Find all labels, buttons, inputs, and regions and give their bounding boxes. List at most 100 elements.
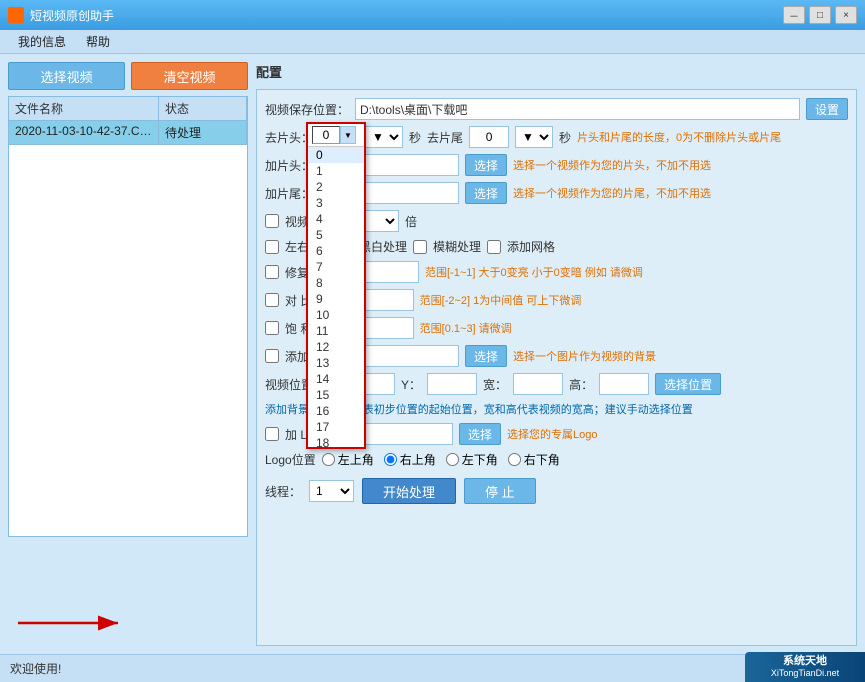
dropdown-item-12[interactable]: 12 [308,339,364,355]
logo-pos-topleft[interactable]: 左上角 [322,451,374,468]
dropdown-value-input[interactable] [312,126,340,144]
close-button[interactable]: × [835,6,857,24]
stop-btn[interactable]: 停 止 [464,478,536,504]
logo-pos-topright[interactable]: 右上角 [384,451,436,468]
saturation-hint: 范围[0.1~3] 请微调 [420,320,512,336]
width-input[interactable] [513,373,563,395]
dropdown-item-6[interactable]: 6 [308,243,364,259]
video-accel-unit: 倍 [405,213,417,230]
file-table: 文件名称 状态 2020-11-03-10-42-37.CUT.00'… 待处理 [8,96,248,537]
dropdown-item-16[interactable]: 16 [308,403,364,419]
height-input[interactable] [599,373,649,395]
dropdown-item-0[interactable]: 0 [308,147,364,163]
blackwhite-label: 黑白处理 [359,238,407,255]
dropdown-item-7[interactable]: 7 [308,259,364,275]
save-path-btn[interactable]: 设置 [806,98,848,120]
cut-head-unit: 秒 [409,129,421,146]
start-btn[interactable]: 开始处理 [362,478,456,504]
blur-checkbox[interactable] [413,240,427,254]
logo-text-2: XiTongTianDi.net [771,668,839,680]
minimize-button[interactable]: － [783,6,805,24]
add-bg-btn[interactable]: 选择 [465,345,507,367]
clear-video-button[interactable]: 清空视频 [131,62,248,90]
select-position-btn[interactable]: 选择位置 [655,373,721,395]
col-header-status: 状态 [159,97,247,120]
dropdown-item-13[interactable]: 13 [308,355,364,371]
file-name: 2020-11-03-10-42-37.CUT.00'… [9,121,159,144]
dropdown-item-5[interactable]: 5 [308,227,364,243]
right-panel: 配置 视频保存位置： 设置 去片头： ▼ 秒 去片尾 ▼ 秒 片头和片尾的长度，… [256,62,857,646]
logo-position-radios: 左上角 右上角 左下角 右下角 [322,451,560,468]
add-bg-checkbox[interactable] [265,349,279,363]
save-path-label: 视频保存位置： [265,101,349,118]
menu-myinfo[interactable]: 我的信息 [8,31,76,52]
cut-tail-unit: 秒 [559,129,571,146]
dropdown-item-17[interactable]: 17 [308,419,364,435]
logo-position-row: Logo位置 左上角 右上角 左下角 [265,451,848,468]
dropdown-item-3[interactable]: 3 [308,195,364,211]
contrast-checkbox[interactable] [265,293,279,307]
video-accel-checkbox[interactable] [265,214,279,228]
cut-tail-select[interactable]: ▼ [515,126,553,148]
logo-pos-bottomleft[interactable]: 左下角 [446,451,498,468]
cut-head-select[interactable]: ▼ [365,126,403,148]
logo-pos-topleft-radio[interactable] [322,453,335,466]
process-row: 线程： 1 开始处理 停 止 [265,478,848,504]
menu-help[interactable]: 帮助 [76,31,120,52]
addgrid-label: 添加网格 [507,238,555,255]
logo-pos-topright-radio[interactable] [384,453,397,466]
save-path-input[interactable] [355,98,800,120]
col-header-name: 文件名称 [9,97,159,120]
dropdown-item-14[interactable]: 14 [308,371,364,387]
leftright-checkbox[interactable] [265,240,279,254]
add-logo-checkbox[interactable] [265,427,279,441]
brightness-checkbox[interactable] [265,265,279,279]
select-video-button[interactable]: 选择视频 [8,62,125,90]
dropdown-item-11[interactable]: 11 [308,323,364,339]
saturation-checkbox[interactable] [265,321,279,335]
status-bar: 欢迎使用! 系统天地 XiTongTianDi.net [0,654,865,682]
logo-pos-bottomleft-radio[interactable] [446,453,459,466]
logo-box: 系统天地 XiTongTianDi.net [745,652,865,682]
save-path-row: 视频保存位置： 设置 [265,98,848,120]
app-title: 短视频原创助手 [30,7,114,24]
add-head-btn[interactable]: 选择 [465,154,507,176]
logo-text-1: 系统天地 [771,654,839,668]
width-label: 宽： [483,376,507,393]
add-tail-hint: 选择一个视频作为您的片尾，不加不用选 [513,185,711,201]
contrast-hint: 范围[-2~2] 1为中间值 可上下微调 [420,292,582,308]
dropdown-item-4[interactable]: 4 [308,211,364,227]
cut-head-dropdown: ▼ 0 1 2 3 4 5 6 7 8 9 10 11 12 13 14 15 … [306,122,366,449]
add-head-hint: 选择一个视频作为您的片头，不加不用选 [513,157,711,173]
blur-label: 模糊处理 [433,238,481,255]
brightness-hint: 范围[-1~1] 大于0变亮 小于0变暗 例如 请微调 [425,264,643,280]
dropdown-item-8[interactable]: 8 [308,275,364,291]
file-table-header: 文件名称 状态 [9,97,247,121]
maximize-button[interactable]: □ [809,6,831,24]
logo-pos-bottomright[interactable]: 右下角 [508,451,560,468]
section-title: 配置 [256,62,857,81]
dropdown-item-15[interactable]: 15 [308,387,364,403]
dropdown-list[interactable]: 0 1 2 3 4 5 6 7 8 9 10 11 12 13 14 15 16… [308,147,364,447]
process-select[interactable]: 1 [309,480,354,502]
dropdown-item-10[interactable]: 10 [308,307,364,323]
dropdown-item-18[interactable]: 18 [308,435,364,447]
main-content: 选择视频 清空视频 文件名称 状态 2020-11-03-10-42-37.CU… [0,54,865,654]
logo-position-label: Logo位置 [265,451,316,468]
cut-hint: 片头和片尾的长度，0为不删除片头或片尾 [577,129,781,145]
addgrid-checkbox[interactable] [487,240,501,254]
table-row[interactable]: 2020-11-03-10-42-37.CUT.00'… 待处理 [9,121,247,145]
dropdown-item-9[interactable]: 9 [308,291,364,307]
y-input[interactable] [427,373,477,395]
arrow-annotation [8,603,138,643]
cut-tail-input[interactable] [469,126,509,148]
dropdown-item-1[interactable]: 1 [308,163,364,179]
title-controls: － □ × [783,6,857,24]
dropdown-arrow-btn[interactable]: ▼ [340,126,356,144]
add-logo-btn[interactable]: 选择 [459,423,501,445]
menu-bar: 我的信息 帮助 [0,30,865,54]
dropdown-item-2[interactable]: 2 [308,179,364,195]
add-logo-hint: 选择您的专属Logo [507,426,597,442]
logo-pos-bottomright-radio[interactable] [508,453,521,466]
add-tail-btn[interactable]: 选择 [465,182,507,204]
